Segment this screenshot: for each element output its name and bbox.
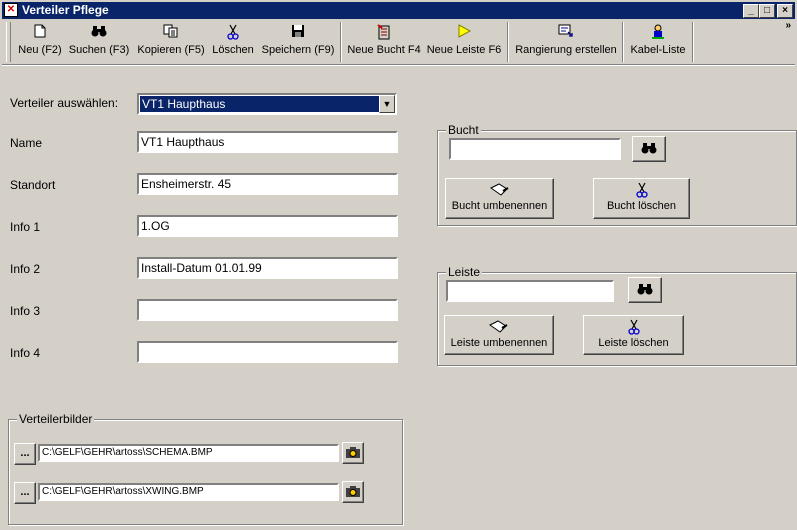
bucht-group-title: Bucht [446, 123, 481, 137]
xwing-camera-button[interactable] [342, 481, 364, 503]
verteiler-label: Verteiler auswählen: [10, 96, 119, 110]
binoculars-icon [641, 143, 657, 154]
create-patching-button[interactable]: Rangierung erstellen [512, 22, 620, 62]
info3-label: Info 3 [10, 304, 41, 318]
bucht-name-field[interactable] [449, 138, 621, 160]
bucht-delete-button[interactable]: Bucht löschen [593, 178, 690, 219]
cable-list-icon [626, 24, 690, 44]
leiste-group-title: Leiste [446, 265, 483, 279]
bucht-search-button[interactable] [632, 136, 666, 162]
scissors-icon [594, 182, 689, 200]
toolbar-overflow-chevron-icon[interactable]: » [785, 20, 791, 31]
toolbar-separator [340, 22, 342, 62]
maximize-button[interactable]: □ [759, 4, 775, 18]
info1-field[interactable]: 1.OG [137, 215, 398, 237]
scissors-icon [207, 24, 259, 44]
camera-icon [346, 486, 360, 498]
rename-hand-icon [445, 319, 553, 337]
info4-field[interactable] [137, 341, 398, 363]
bucht-rename-button[interactable]: Bucht umbenennen [445, 178, 554, 219]
app-icon: ✕ [4, 3, 18, 17]
delete-button[interactable]: Löschen [207, 22, 259, 62]
standort-label: Standort [10, 178, 56, 192]
patching-icon [512, 24, 620, 44]
rename-hand-icon [446, 182, 553, 200]
verteilerbilder-group-title: Verteilerbilder [17, 412, 95, 426]
toolbar: Neu (F2) Suchen (F3) Kopieren (F5) Lösch… [2, 20, 795, 64]
close-button[interactable]: × [777, 4, 793, 18]
schema-camera-button[interactable] [342, 442, 364, 464]
minimize-button[interactable]: _ [743, 4, 759, 18]
cable-list-button[interactable]: Kabel-Liste [626, 22, 690, 62]
name-label: Name [10, 136, 43, 150]
verteiler-select[interactable]: VT1 Haupthaus ▼ [137, 93, 397, 115]
toolbar-grip[interactable] [6, 22, 11, 62]
name-field[interactable]: VT1 Haupthaus [137, 131, 398, 153]
browse-xwing-button[interactable]: ... [14, 482, 36, 504]
verteilerbilder-group: Verteilerbilder [8, 412, 403, 525]
chevron-down-icon[interactable]: ▼ [379, 95, 395, 113]
verteiler-selected-value: VT1 Haupthaus [140, 96, 380, 112]
info3-field[interactable] [137, 299, 398, 321]
new-bay-icon [345, 24, 423, 44]
toolbar-separator [622, 22, 624, 62]
leiste-rename-button[interactable]: Leiste umbenennen [444, 315, 554, 355]
toolbar-separator [507, 22, 509, 62]
floppy-disk-icon [258, 24, 338, 44]
search-button[interactable]: Suchen (F3) [66, 22, 132, 62]
info4-label: Info 4 [10, 346, 41, 360]
new-document-icon [14, 24, 66, 44]
save-button[interactable]: Speichern (F9) [258, 22, 338, 62]
standort-field[interactable]: Ensheimerstr. 45 [137, 173, 398, 195]
scissors-icon [584, 319, 683, 337]
browse-schema-button[interactable]: ... [14, 443, 36, 465]
leiste-name-field[interactable] [446, 280, 614, 302]
copy-button[interactable]: Kopieren (F5) [133, 22, 209, 62]
copy-icon [133, 24, 209, 44]
binoculars-icon [66, 24, 132, 44]
new-strip-button[interactable]: Neue Leiste F6 [424, 22, 504, 62]
new-button[interactable]: Neu (F2) [14, 22, 66, 62]
binoculars-icon [637, 284, 653, 295]
info2-field[interactable]: Install-Datum 01.01.99 [137, 257, 398, 279]
schema-path-field[interactable]: C:\GELF\GEHR\artoss\SCHEMA.BMP [38, 444, 339, 462]
info2-label: Info 2 [10, 262, 41, 276]
leiste-search-button[interactable] [628, 277, 662, 303]
title-bar: ✕ Verteiler Pflege _ □ × [2, 2, 795, 19]
info1-label: Info 1 [10, 220, 41, 234]
toolbar-separator [692, 22, 694, 62]
xwing-path-field[interactable]: C:\GELF\GEHR\artoss\XWING.BMP [38, 483, 339, 501]
camera-icon [346, 447, 360, 459]
window-title: Verteiler Pflege [22, 3, 109, 17]
main-window: ✕ Verteiler Pflege _ □ × Neu (F2) Suchen… [0, 0, 797, 530]
yellow-triangle-icon [424, 24, 504, 44]
leiste-delete-button[interactable]: Leiste löschen [583, 315, 684, 355]
toolbar-divider [2, 64, 795, 66]
new-bay-button[interactable]: Neue Bucht F4 [345, 22, 423, 62]
